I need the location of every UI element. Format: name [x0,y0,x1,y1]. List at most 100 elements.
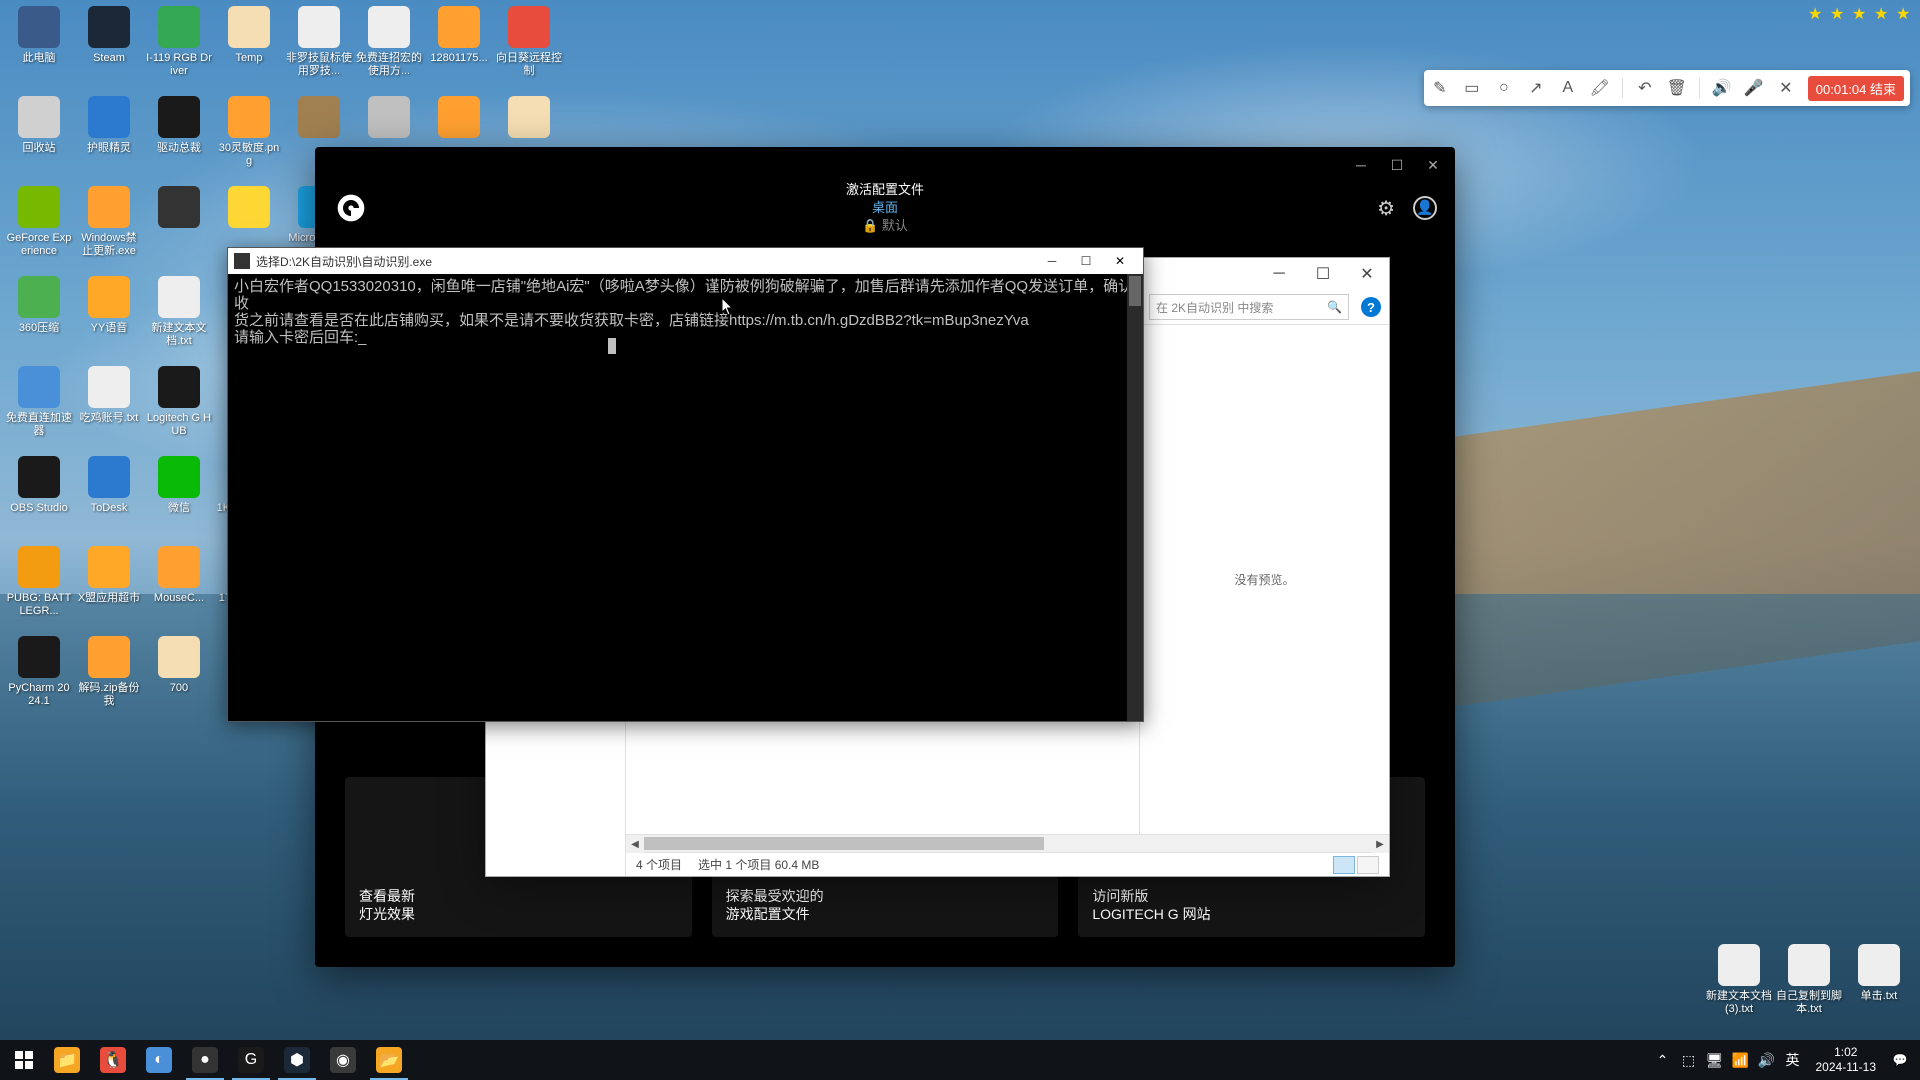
desktop-icon[interactable]: 免费连招宏的使用方... [354,2,424,92]
tray-network-icon[interactable]: 📶 [1732,1051,1750,1069]
taskbar-app-button[interactable]: G [228,1040,274,1080]
desktop-icon[interactable]: ToDesk [74,452,144,542]
minimize-button[interactable]: ─ [1257,260,1301,288]
desktop-icon-image [508,96,550,138]
close-button[interactable]: ✕ [1345,260,1389,288]
view-details-button[interactable] [1333,856,1355,874]
logitech-subtitle[interactable]: 桌面 [846,199,924,217]
desktop-icon[interactable]: 向日葵远程控制 [494,2,564,92]
desktop-icon[interactable]: 新建文本文档.txt [144,272,214,362]
arrow-icon[interactable]: ↗ [1526,78,1546,98]
user-icon[interactable]: 👤 [1413,196,1437,220]
desktop-icon[interactable]: 免费直连加速器 [4,362,74,452]
view-icons-button[interactable] [1357,856,1379,874]
desktop-icon[interactable]: 护眼精灵 [74,92,144,182]
desktop-icon[interactable]: OBS Studio [4,452,74,542]
gear-icon[interactable]: ⚙ [1377,196,1395,221]
scroll-right-icon[interactable]: ▶ [1371,835,1389,853]
desktop-icon-image [88,456,130,498]
desktop-icon-image [368,96,410,138]
console-cursor [608,338,616,354]
desktop-icon[interactable]: 微信 [144,452,214,542]
speaker-icon[interactable]: 🔊 [1712,78,1732,98]
console-scrollbar[interactable] [1127,274,1143,721]
minimize-button[interactable]: ─ [1343,151,1379,179]
horizontal-scrollbar[interactable]: ◀ ▶ [626,834,1389,852]
desktop-icon[interactable]: 回收站 [4,92,74,182]
tray-monitor-icon[interactable]: 🖥 [1706,1051,1724,1069]
tray-chevron-icon[interactable]: ⌃ [1654,1051,1672,1069]
text-icon[interactable]: A [1558,78,1578,98]
screen-record-toolbar: ✎ ▭ ○ ↗ A 🖍 ↶ 🗑 🔊 🎤 ✕ 00:01:04 结束 [1424,70,1910,106]
desktop-icon-label: 微信 [166,502,192,515]
desktop-icon[interactable]: Logitech G HUB [144,362,214,452]
record-timer[interactable]: 00:01:04 结束 [1808,76,1904,101]
marker-icon[interactable]: 🖍 [1590,78,1610,98]
desktop-icon[interactable]: 自己复制到脚本.txt [1774,940,1844,1030]
desktop-icon[interactable]: 30灵敏度.png [214,92,284,182]
desktop-icon-label: 新建文本文档.txt [144,322,214,348]
desktop-icon[interactable]: 此电脑 [4,2,74,92]
desktop-icon-label: 30灵敏度.png [214,142,284,168]
circle-icon[interactable]: ○ [1494,78,1514,98]
tray-volume-icon[interactable]: 🔊 [1758,1051,1776,1069]
pencil-icon[interactable]: ✎ [1430,78,1450,98]
file-dialog-preview-pane: 没有预览。 [1139,325,1389,834]
desktop-icon[interactable]: MouseC... [144,542,214,632]
desktop-icon[interactable]: 12801175... [424,2,494,92]
desktop-icon[interactable]: Temp [214,2,284,92]
desktop-icon[interactable]: 吃鸡账号.txt [74,362,144,452]
console-title-text: 选择D:\2K自动识别\自动识别.exe [256,253,1035,270]
help-icon[interactable]: ? [1361,297,1381,317]
maximize-button[interactable]: ☐ [1379,151,1415,179]
taskbar-app-button[interactable]: ◐ [136,1040,182,1080]
desktop-icon[interactable]: 非罗技鼠标使用罗技... [284,2,354,92]
desktop-icon[interactable]: 单击.txt [1844,940,1914,1030]
taskbar-clock[interactable]: 1:02 2024-11-13 [1810,1045,1883,1075]
desktop-icon[interactable]: 驱动总裁 [144,92,214,182]
logitech-titlebar: ─ ☐ ✕ [315,147,1455,183]
minimize-button[interactable]: ─ [1035,250,1069,272]
desktop-icon[interactable]: 新建文本文档 (3).txt [1704,940,1774,1030]
taskbar-app-button[interactable]: 🐧 [90,1040,136,1080]
taskbar-app-button[interactable]: ● [182,1040,228,1080]
taskbar-app-button[interactable]: 📂 [366,1040,412,1080]
desktop-icon[interactable]: X盟应用超市 [74,542,144,632]
desktop-icon[interactable] [144,182,214,272]
search-field[interactable]: 在 2K自动识别 中搜索 🔍 [1149,294,1349,320]
notifications-icon[interactable]: 💬 [1890,1050,1910,1070]
rect-icon[interactable]: ▭ [1462,78,1482,98]
scroll-left-icon[interactable]: ◀ [626,835,644,853]
search-placeholder: 在 2K自动识别 中搜索 [1156,299,1273,316]
desktop-icon-image [508,6,550,48]
desktop-icon[interactable]: Steam [74,2,144,92]
desktop-icon[interactable]: PUBG: BATTLEGR... [4,542,74,632]
maximize-button[interactable]: ☐ [1069,250,1103,272]
taskbar-app-button[interactable]: ◉ [320,1040,366,1080]
desktop-icon[interactable]: I-119 RGB Driver [144,2,214,92]
logitech-header: 激活配置文件 桌面 🔒 默认 ⚙ 👤 [315,183,1455,233]
tray-ime[interactable]: 英 [1784,1051,1802,1069]
clock-time: 1:02 [1816,1045,1877,1060]
desktop-icon[interactable]: GeForce Experience [4,182,74,272]
taskbar-app-button[interactable]: ⬢ [274,1040,320,1080]
desktop-icon[interactable]: 700 [144,632,214,722]
search-icon[interactable]: 🔍 [1327,300,1342,314]
close-button[interactable]: ✕ [1103,250,1137,272]
maximize-button[interactable]: ☐ [1301,260,1345,288]
trash-icon[interactable]: 🗑 [1667,78,1687,98]
close-button[interactable]: ✕ [1415,151,1451,179]
taskbar-app-button[interactable]: 📁 [44,1040,90,1080]
desktop-icon[interactable]: PyCharm 2024.1 [4,632,74,722]
mic-icon[interactable]: 🎤 [1744,78,1764,98]
tray-app-icon[interactable]: ⬚ [1680,1051,1698,1069]
desktop-icon[interactable]: 解码.zip备份我 [74,632,144,722]
desktop-icon[interactable]: 360压缩 [4,272,74,362]
desktop-icon[interactable]: YY语音 [74,272,144,362]
start-button[interactable] [4,1040,44,1080]
close-icon[interactable]: ✕ [1776,78,1796,98]
desktop-icon-label: 12801175... [428,52,489,65]
console-output[interactable]: 小白宏作者QQ1533020310，闲鱼唯一店铺"绝地Ai宏"（哆啦A梦头像）谨… [228,274,1143,721]
desktop-icon[interactable]: Windows禁止更新.exe [74,182,144,272]
undo-icon[interactable]: ↶ [1635,78,1655,98]
